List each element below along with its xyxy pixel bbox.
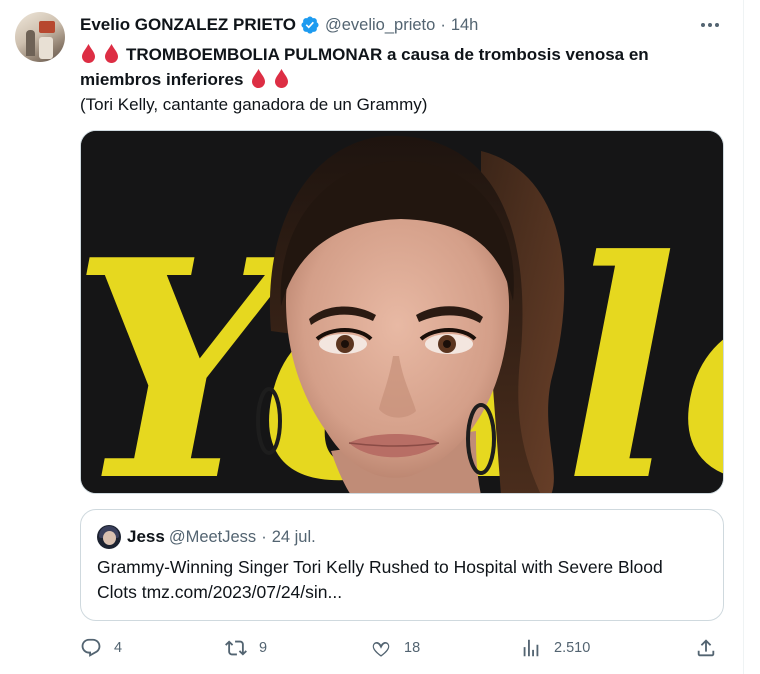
author-handle[interactable]: @evelio_prieto xyxy=(325,16,435,35)
views-button[interactable]: 2.510 xyxy=(520,636,590,660)
tweet-headline-2: miembros inferiores xyxy=(80,70,244,89)
tweet-text: TROMBOEMBOLIA PULMONAR a causa de trombo… xyxy=(80,42,730,117)
reply-count: 4 xyxy=(114,640,123,656)
blood-drop-icon xyxy=(105,44,118,63)
reply-icon xyxy=(81,638,101,657)
share-icon xyxy=(697,639,715,657)
tweet-text-line2: miembros inferiores xyxy=(80,67,730,92)
quoted-tweet-time[interactable]: 24 jul. xyxy=(272,528,316,547)
author-name[interactable]: Evelio GONZALEZ PRIETO xyxy=(80,15,296,35)
like-icon xyxy=(372,642,390,657)
author-avatar[interactable] xyxy=(15,12,65,62)
portrait-photo: Yello xyxy=(81,131,723,493)
quoted-tweet-text: Grammy-Winning Singer Tori Kelly Rushed … xyxy=(97,557,663,602)
blood-drop-icon xyxy=(252,69,266,88)
more-icon[interactable] xyxy=(697,14,723,36)
retweet-count: 9 xyxy=(259,640,268,656)
separator-dot: · xyxy=(261,527,267,546)
like-count: 18 xyxy=(404,640,421,656)
blood-drop-icon xyxy=(275,69,289,88)
retweet-button[interactable]: 9 xyxy=(225,636,267,660)
tweet-header: Evelio GONZALEZ PRIETO @evelio_prieto · … xyxy=(80,14,478,36)
tweet-headline-1: TROMBOEMBOLIA PULMONAR a causa de trombo… xyxy=(126,45,649,64)
reply-button[interactable]: 4 xyxy=(80,636,122,660)
quoted-tweet[interactable]: Jess @MeetJess · 24 jul. Grammy-Winning … xyxy=(80,509,724,621)
tweet-time[interactable]: 14h xyxy=(451,16,479,35)
views-count: 2.510 xyxy=(554,640,591,656)
like-button[interactable]: 18 xyxy=(370,636,420,660)
views-icon xyxy=(523,639,539,657)
quoted-tweet-header: Jess @MeetJess · 24 jul. xyxy=(97,525,316,549)
retweet-icon xyxy=(225,640,247,656)
tweet-subtext: (Tori Kelly, cantante ganadora de un Gra… xyxy=(80,95,428,114)
tweet-image[interactable]: Yello xyxy=(80,130,724,494)
blood-drop-icon xyxy=(82,44,95,63)
quoted-author-name[interactable]: Jess xyxy=(127,527,165,547)
tweet[interactable]: Evelio GONZALEZ PRIETO @evelio_prieto · … xyxy=(0,0,744,674)
tweet-text-line1: TROMBOEMBOLIA PULMONAR a causa de trombo… xyxy=(80,42,730,67)
quoted-author-handle[interactable]: @MeetJess xyxy=(169,528,256,547)
verified-badge-icon xyxy=(301,16,319,34)
action-bar: 4 9 18 2.510 xyxy=(80,636,730,660)
quoted-author-avatar[interactable] xyxy=(97,525,121,549)
separator-dot: · xyxy=(440,15,446,34)
share-button[interactable] xyxy=(695,636,717,660)
